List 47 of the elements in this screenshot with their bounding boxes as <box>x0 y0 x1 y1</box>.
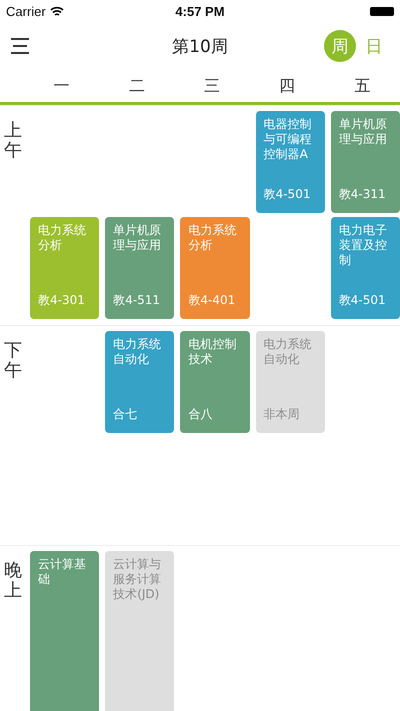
period-label: 下午 <box>3 339 22 383</box>
course-name: 电力系统自动化 <box>113 337 162 367</box>
course-card[interactable]: 云计算与服务计算技术(JD) <box>105 551 174 711</box>
wifi-icon <box>50 6 64 16</box>
course-card[interactable]: 电器控制与可编程控制器A 教4-501 <box>256 111 325 213</box>
view-toggle[interactable]: 日 <box>358 30 390 62</box>
course-room: 教4-511 <box>113 292 162 309</box>
weekday-header: 二 <box>128 76 146 96</box>
menu-icon[interactable] <box>10 37 30 55</box>
course-name: 云计算基础 <box>38 557 87 587</box>
course-name: 电力系统分析 <box>38 223 87 253</box>
course-room: 教4-301 <box>38 292 86 309</box>
course-room: 教4-501 <box>338 292 387 309</box>
course-room: 教4-501 <box>264 186 312 203</box>
period-label: 晚上 <box>3 559 22 603</box>
course-room: 合七 <box>113 406 138 423</box>
weekday-header: 三 <box>202 76 221 96</box>
course-card[interactable]: 单片机原理与应用 教4-511 <box>105 217 174 319</box>
course-name: 单片机原理与应用 <box>338 117 388 147</box>
weekday-header: 五 <box>353 76 372 96</box>
carrier-name: Carrier <box>6 4 46 18</box>
course-card[interactable]: 电力系统自动化 非本周 <box>256 331 325 433</box>
course-card[interactable]: 电力电子装置及控制 教4-501 <box>330 217 400 319</box>
course-card[interactable]: 电力系统分析 教4-301 <box>30 217 100 319</box>
course-name: 电力系统自动化 <box>264 337 313 367</box>
course-room: 合八 <box>188 406 214 423</box>
course-room: 教4-311 <box>338 186 387 203</box>
course-name: 单片机原理与应用 <box>113 223 162 253</box>
course-card[interactable]: 电力系统分析 教4-401 <box>180 217 250 319</box>
course-name: 电器控制与可编程控制器A <box>264 117 313 162</box>
course-name: 电力电子装置及控制 <box>338 223 388 268</box>
course-card[interactable]: 云计算基础 <box>30 551 100 711</box>
course-name: 云计算与服务计算技术(JD) <box>113 557 162 602</box>
course-name: 电力系统分析 <box>188 223 238 253</box>
period-label: 上午 <box>3 119 22 163</box>
weekday-header: 一 <box>52 76 71 96</box>
course-card[interactable]: 电力系统自动化 合七 <box>105 331 174 433</box>
weekday-header: 四 <box>278 76 296 96</box>
course-room: 教4-401 <box>188 292 236 309</box>
battery-icon <box>370 6 394 16</box>
course-name: 电机控制技术 <box>188 337 238 367</box>
clock-time: 4:57 PM <box>175 4 225 18</box>
week-title: 第10周 <box>172 36 228 58</box>
course-room: 非本周 <box>264 406 301 423</box>
course-card[interactable]: 电机控制技术 合八 <box>180 331 250 433</box>
view-toggle[interactable]: 周 <box>324 30 356 62</box>
course-card[interactable]: 单片机原理与应用 教4-311 <box>330 111 400 213</box>
